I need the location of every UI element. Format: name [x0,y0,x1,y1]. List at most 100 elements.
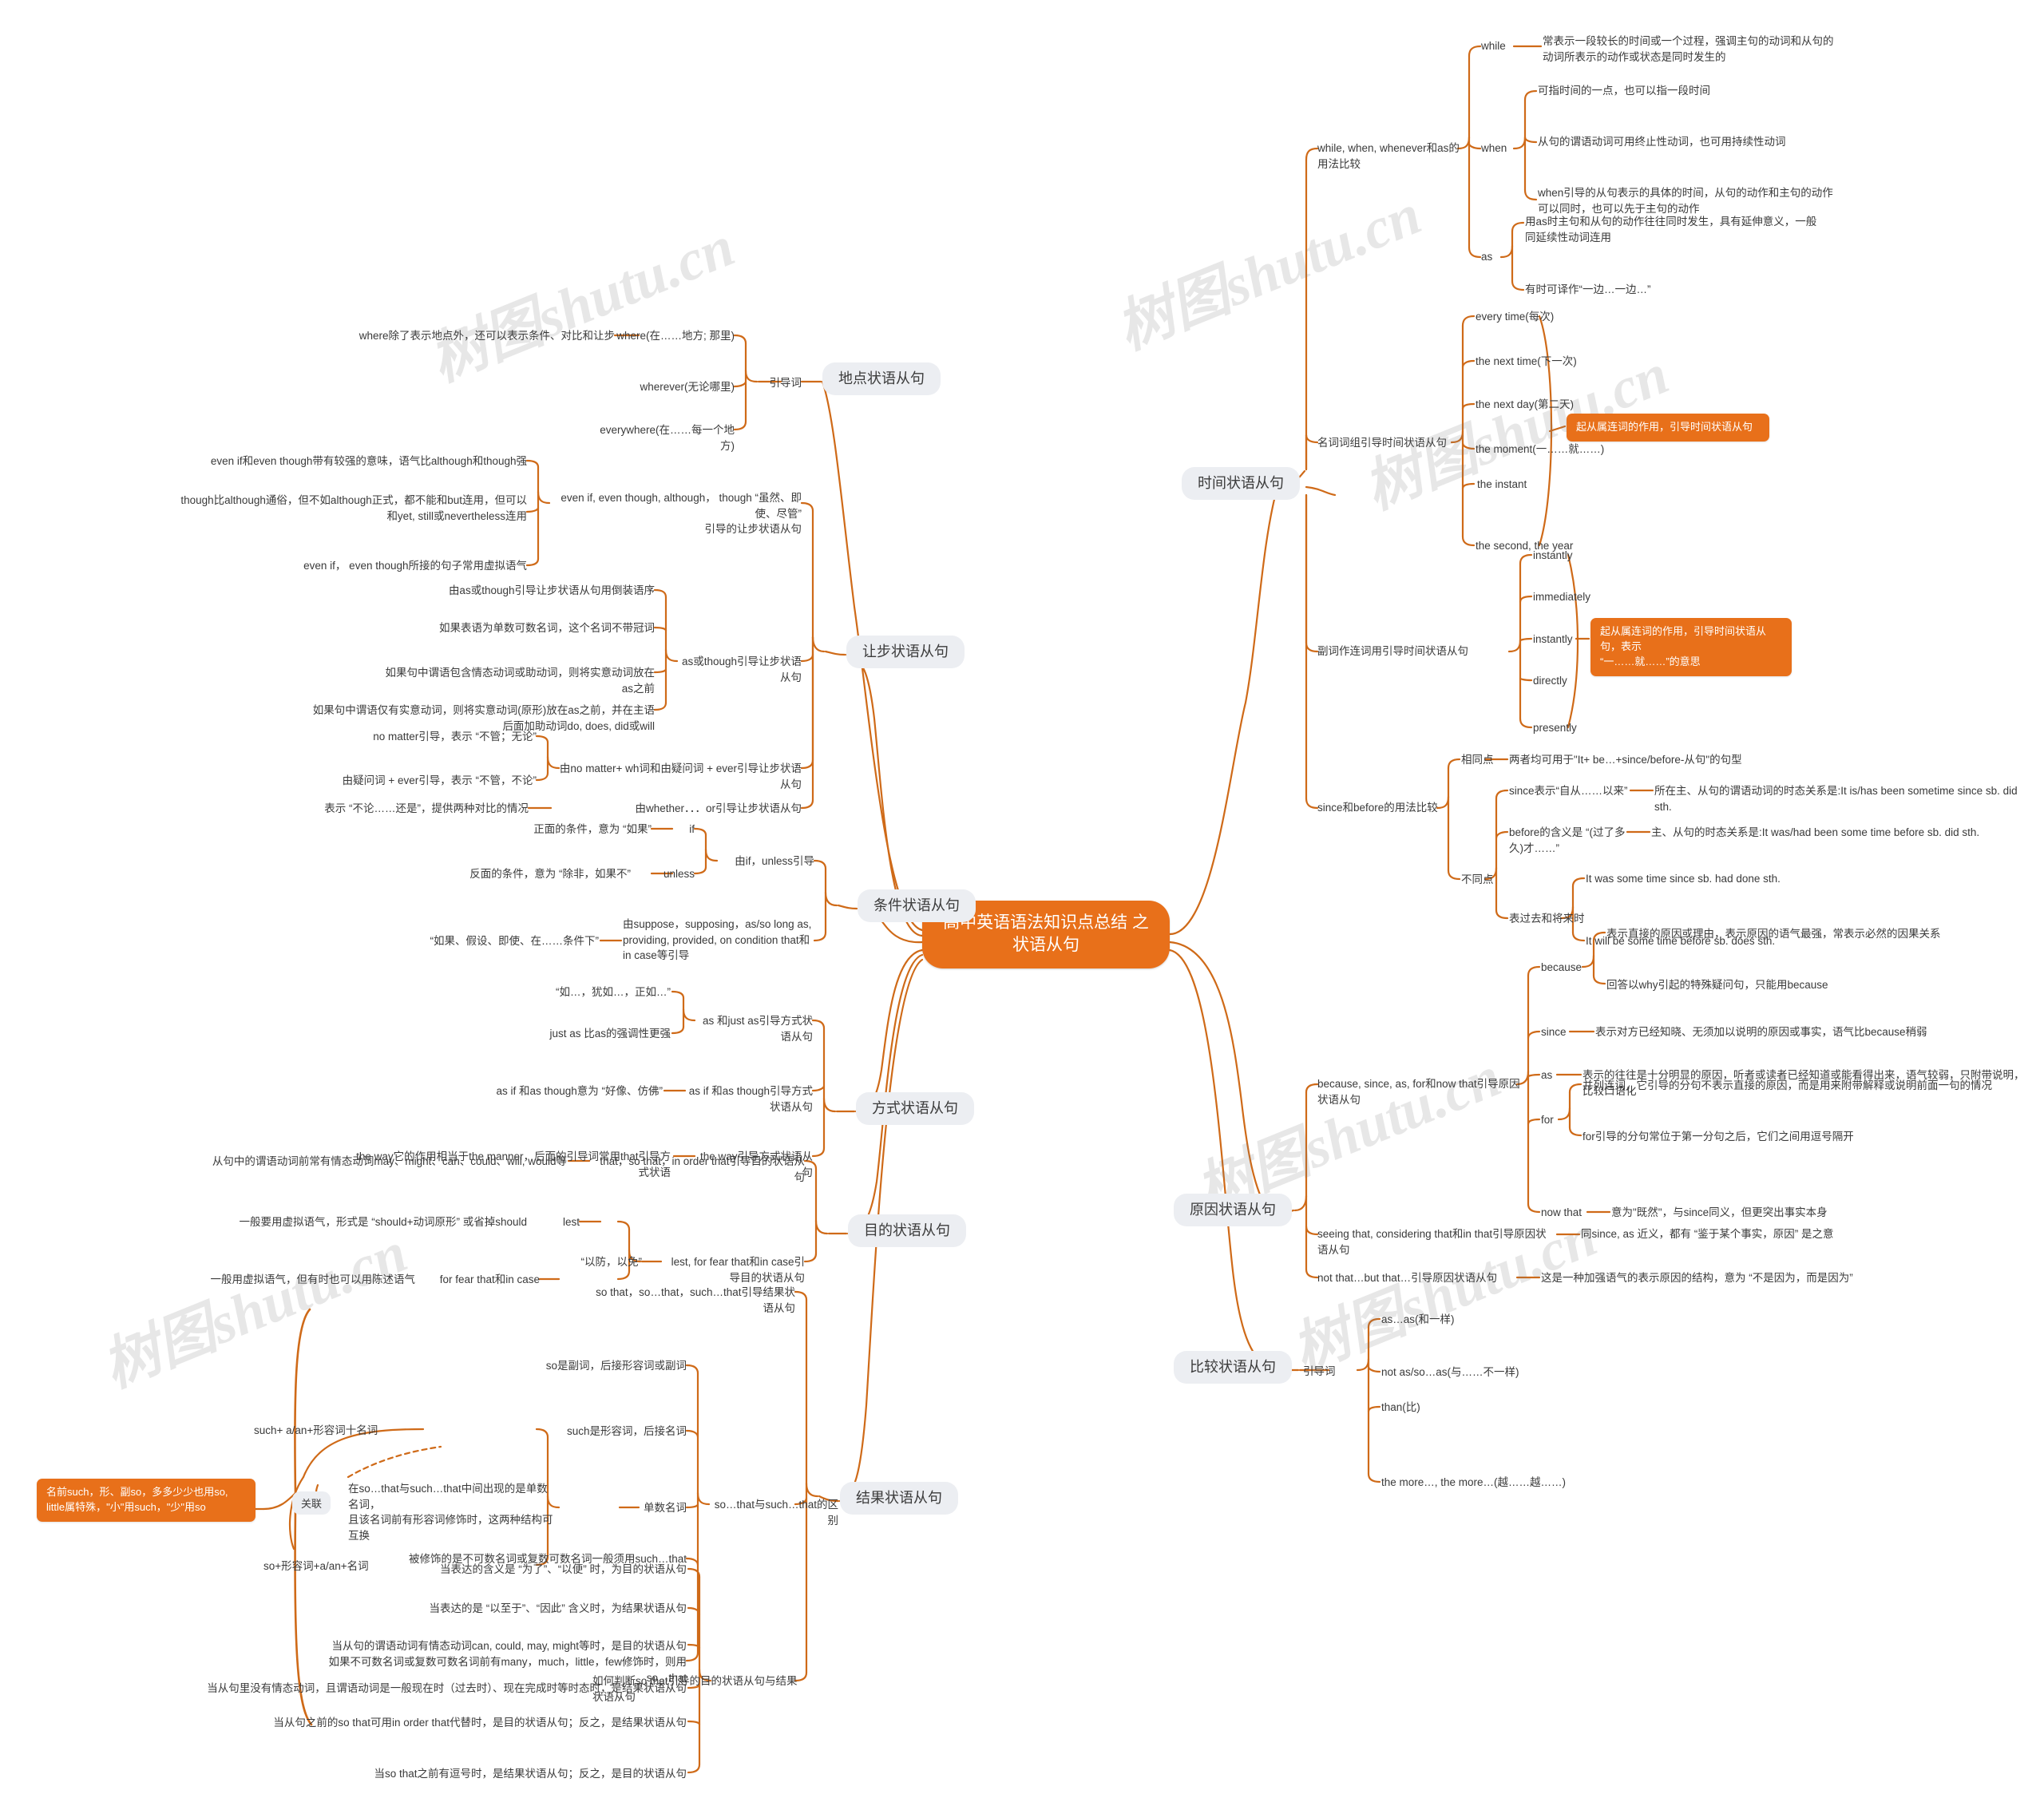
time-noun-item-4[interactable]: the instant [1477,477,1613,493]
time-since-same-note: 两者均可用于"It+ be…+since/before-从句"的句型 [1509,754,1742,766]
place-lead-label[interactable]: 引导词 [760,375,802,391]
condition-if-label[interactable]: if [675,822,695,838]
reason-because-label[interactable]: because [1541,960,1605,976]
reason-nowthat-note: 意为"既然"，与since同义，但更突出事实本身 [1611,1206,1828,1218]
concession-group-no-matter[interactable]: 由no matter+ wh词和由疑问词 + ever引导让步状语从句 [559,761,802,792]
time-group-noun-phrase[interactable]: 名词词组引导时间状语从句 [1317,435,1461,451]
time-adverb-item-1[interactable]: immediately [1533,589,1645,605]
result-judge-note-4: 当从句之前的so that可用in order that代替时，是目的状语从句；… [273,1717,687,1729]
place-item-1[interactable]: wherever(无论哪里) [615,379,735,395]
purpose-group-that-sothat[interactable]: that，so that，in order that引导目的状语从句 [591,1154,805,1185]
branch-time[interactable]: 时间状语从句 [1182,467,1300,501]
watermark: 树图shutu.cn [93,1219,416,1400]
condition-unless-label[interactable]: unless [652,866,695,882]
place-item-2[interactable]: everywhere(在……每一个地方) [591,422,735,453]
concession-nomatter-note-0: no matter引导，表示 “不管；无论” [373,731,537,743]
time-since-diff-1-right: 主、从句的时态关系是:It was/had been some time bef… [1651,826,1980,838]
reason-group-seeing-that[interactable]: seeing that, considering that和in that引导原… [1317,1226,1557,1257]
concession-nomatter-note-1: 由疑问词 + ever引导，表示 “不管，不论” [342,774,537,786]
result-link-pill[interactable]: 关联 [292,1491,331,1515]
concession-evenif-note-0: even if和even though带有较强的意味，语气比although和t… [210,455,527,467]
purpose-forfear-label[interactable]: for fear that和in case [431,1272,540,1288]
time-as-label[interactable]: as [1481,249,1513,265]
branch-comparison[interactable]: 比较状语从句 [1174,1351,1292,1384]
condition-suppose-note: “如果、假设、即使、在……条件下” [430,935,600,947]
result-diff-singular-label[interactable]: 单数名词 [623,1500,687,1516]
manner-group-as-justas[interactable]: as 和just as引导方式状语从句 [696,1013,813,1044]
time-noun-item-1[interactable]: the next time(下一次) [1476,354,1611,370]
comparison-item-2[interactable]: than(比) [1381,1400,1541,1416]
purpose-lest-label[interactable]: lest [546,1214,580,1230]
manner-group-asif[interactable]: as if 和as though引导方式状语从句 [687,1083,813,1115]
time-while-label[interactable]: while [1481,38,1513,54]
time-since-tense-label[interactable]: 表过去和将来时 [1509,911,1597,927]
reason-for-note-2: for引导的分句常位于第一分句之后，它们之间用逗号隔开 [1583,1131,1854,1143]
comparison-item-1[interactable]: not as/so…as(与……不一样) [1381,1364,1613,1380]
time-noun-item-0[interactable]: every time(每次) [1476,309,1611,325]
condition-if-note: 正面的条件，意为 “如果” [533,823,652,835]
place-item-0[interactable]: where(在……地方; 那里) [615,328,735,344]
reason-group-connectives[interactable]: because, since, as, for和now that引导原因状语从句 [1317,1076,1525,1107]
reason-seeing-that-note: 同since, as 近义，都有 “鉴于某个事实，原因” 是之意 [1581,1228,1834,1240]
reason-nowthat-label[interactable]: now that [1541,1205,1597,1221]
condition-group-if-unless[interactable]: 由if，unless引导 [719,854,814,869]
concession-group-evenif[interactable]: even if, even though, although， though “… [549,490,802,537]
mindmap-canvas: 树图shutu.cn 树图shutu.cn 树图shutu.cn 树图shutu… [0,0,2044,1810]
time-when-note-2: 从句的谓语动词可用终止性动词，也可用持续性动词 [1538,136,1786,148]
reason-for-label[interactable]: for [1541,1112,1565,1128]
time-when-note-1: 可指时间的一点，也可以指一段时间 [1538,85,1710,97]
time-noun-item-2[interactable]: the next day(第二天) [1476,397,1611,413]
comparison-item-0[interactable]: as…as(和一样) [1381,1312,1589,1328]
condition-group-suppose[interactable]: 由suppose，supposing，as/so long as, provid… [623,917,816,964]
time-as-note-1: 用as时主句和从句的动作往往同时发生，具有延伸意义，一般同延续性动词连用 [1525,216,1817,244]
branch-reason[interactable]: 原因状语从句 [1174,1194,1292,1227]
time-since-diff-0-right: 所在主、从句的谓语动词的时态关系是:It is/has been sometim… [1654,785,2018,813]
result-singular-callout[interactable]: 名前such，形、副so，多多少少也用so, little属特殊，"小"用suc… [37,1479,256,1522]
branch-result[interactable]: 结果状语从句 [840,1482,958,1515]
result-judge-note-5: 当so that之前有逗号时，是结果状语从句；反之，是目的状语从句 [374,1768,687,1780]
reason-as-label[interactable]: as [1541,1067,1565,1083]
time-since-diff-label[interactable]: 不同点 [1461,872,1501,888]
concession-evenif-note-2: even if， even though所接的句子常用虚拟语气 [303,560,527,572]
time-since-diff-0-left[interactable]: since表示“自从……以来” [1509,783,1629,799]
time-as-note-2: 有时可译作“一边…一边…” [1525,283,1651,295]
time-noun-item-3[interactable]: the moment(一……就……) [1476,442,1619,457]
result-group-sothat[interactable]: so that，so…that，such…that引导结果状语从句 [591,1285,795,1316]
comparison-lead-label[interactable]: 引导词 [1303,1364,1351,1380]
branch-purpose[interactable]: 目的状语从句 [848,1214,966,1248]
purpose-group-lest[interactable]: lest, for fear that和in case引导目的状语从句 [663,1254,805,1285]
time-while-note: 常表示一段较长的时间或一个过程，强调主句的动词和从句的动词所表示的动作或状态是同… [1543,35,1834,63]
purpose-lest-note: 一般要用虚拟语气，形式是 “should+动词原形” 或省掉should [239,1216,527,1228]
place-item-0-note: where除了表示地点外，还可以表示条件、对比和让步 [358,330,615,342]
manner-asif-note: as if 和as though意为 “好像、仿佛” [496,1085,663,1097]
concession-group-as-though[interactable]: as或though引导让步状语从句 [677,654,802,685]
result-group-difference[interactable]: so…that与such…that的区别 [711,1497,838,1528]
time-since-same-label[interactable]: 相同点 [1461,752,1501,768]
reason-because-note-1: 表示直接的原因或理由，表示原因的语气最强，常表示必然的因果关系 [1606,928,1941,940]
watermark: 树图shutu.cn [421,213,743,394]
comparison-item-3[interactable]: the more…, the more…(越……越……) [1381,1475,1621,1491]
concession-asthough-note-0: 由as或though引导让步状语从句用倒装语序 [448,584,655,596]
result-diff-such-adj: such是形容词，后接名词 [566,1425,687,1437]
time-when-label[interactable]: when [1481,141,1513,156]
time-group-since-before[interactable]: since和before的用法比较 [1317,800,1453,816]
time-group-adverb[interactable]: 副词作连词用引导时间状语从句 [1317,644,1477,659]
time-adverb-item-4[interactable]: presently [1533,720,1645,736]
time-adverb-callout[interactable]: 起从属连词的作用，引导时间状语从句，表示 “一……就……”的意思 [1590,618,1792,676]
branch-concession[interactable]: 让步状语从句 [846,636,965,669]
time-since-tense-0: It was some time since sb. had done sth. [1586,873,1781,885]
concession-asthough-note-2: 如果句中谓语包含情态动词或助动词，则将实意动词放在as之前 [385,667,656,695]
purpose-that-note: 从句中的谓语动词前常有情态动词may、might、can、could、will,… [212,1155,567,1167]
branch-place[interactable]: 地点状语从句 [822,362,941,396]
time-when-note-3: when引导的从句表示的具体的时间，从句的动作和主句的动作可以同时，也可以先于主… [1538,187,1833,215]
concession-group-whether-or[interactable]: 由whether．．．or引导让步状语从句 [553,801,802,817]
result-form-such[interactable]: such+ a/an+形容词十名词 [254,1423,422,1439]
branch-manner[interactable]: 方式状语从句 [856,1092,974,1126]
reason-since-label[interactable]: since [1541,1024,1581,1040]
time-group-while-when[interactable]: while, when, whenever和as的用法比较 [1317,141,1461,172]
time-noun-callout[interactable]: 起从属连词的作用，引导时间状语从句 [1567,414,1769,442]
reason-group-not-that[interactable]: not that…but that…引导原因状语从句 [1317,1270,1517,1286]
branch-condition[interactable]: 条件状语从句 [858,889,976,923]
time-adverb-item-0[interactable]: instantly [1533,548,1645,564]
time-since-diff-1-left[interactable]: before的含义是 “(过了多久)才……” [1509,825,1629,856]
